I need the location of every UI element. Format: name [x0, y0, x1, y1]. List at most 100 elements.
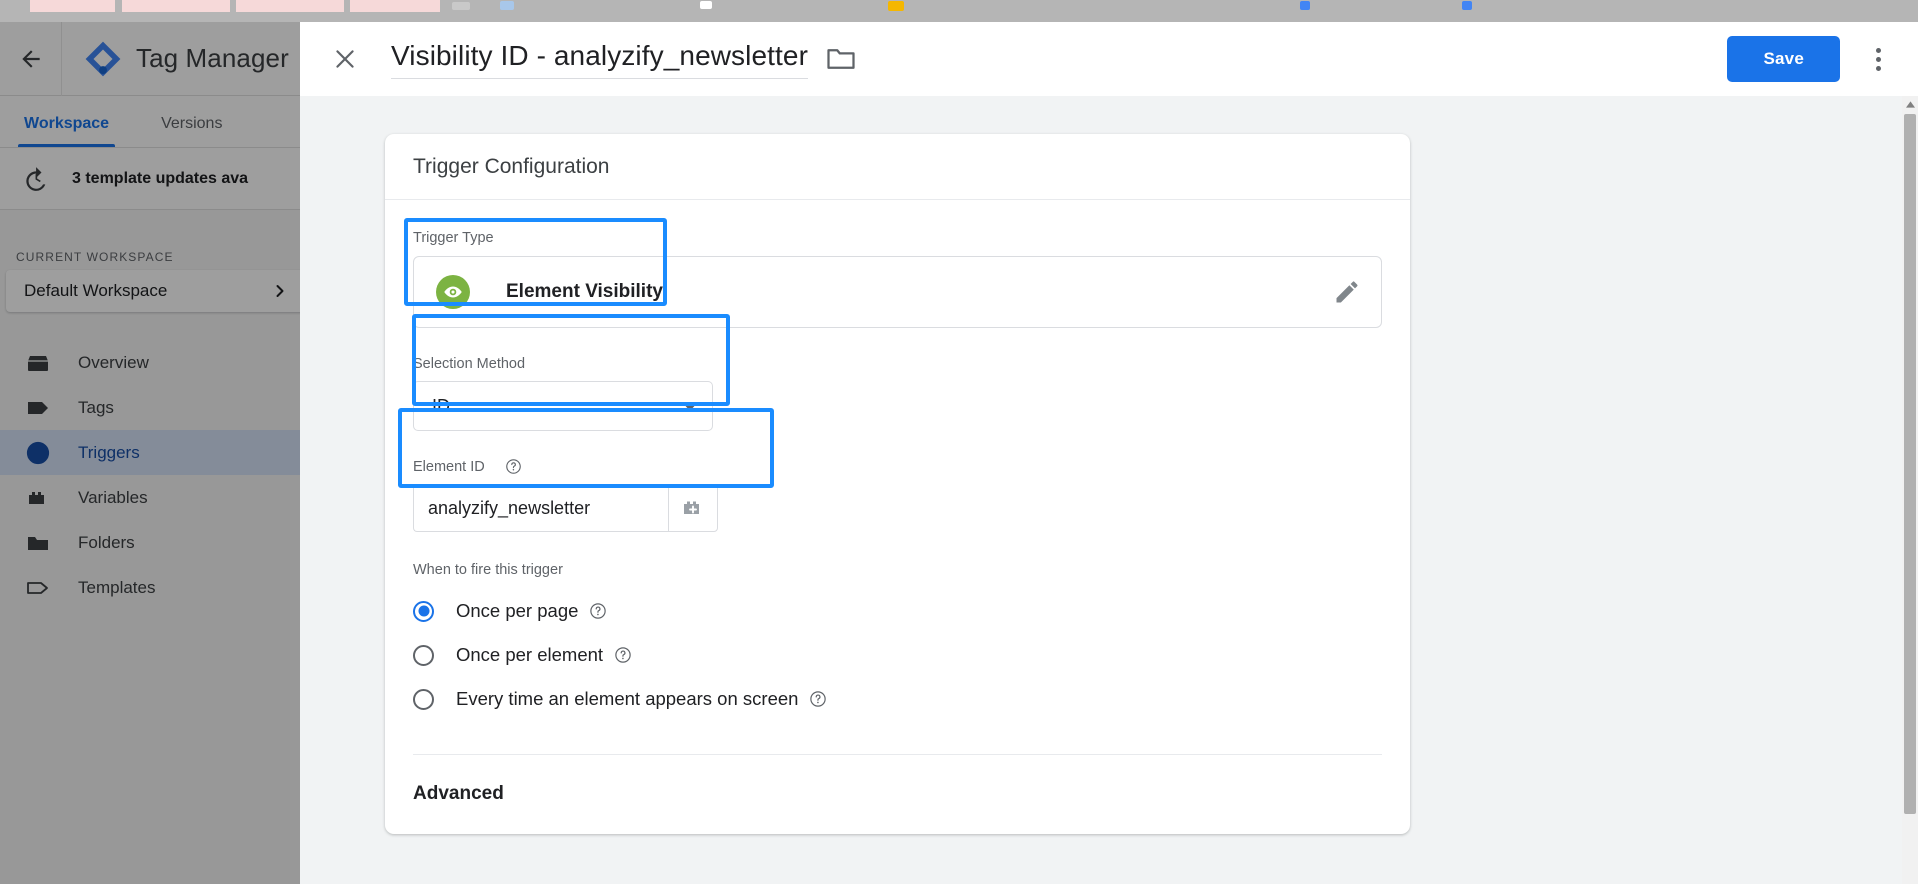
scroll-up-arrow-icon	[1905, 100, 1915, 108]
workspace-selector[interactable]: Default Workspace	[6, 270, 306, 312]
scroll-up-button[interactable]	[1902, 96, 1918, 112]
card-heading: Trigger Configuration	[385, 134, 1410, 200]
radio-label: Every time an element appears on screen	[456, 688, 799, 709]
help-circle-icon[interactable]	[505, 458, 522, 475]
template-icon	[26, 577, 54, 599]
help-circle-icon[interactable]	[589, 602, 607, 620]
arrow-left-icon	[21, 49, 40, 68]
close-icon	[336, 50, 354, 68]
sidebar-item-triggers-label: Triggers	[78, 442, 140, 462]
trigger-type-name: Element Visibility	[506, 281, 663, 302]
selection-method-select[interactable]: ID	[413, 381, 713, 431]
history-update-icon	[22, 166, 48, 192]
element-id-input[interactable]: analyzify_newsletter	[413, 484, 668, 532]
add-variable-button[interactable]	[668, 484, 718, 532]
sidebar-item-triggers[interactable]: Triggers	[0, 430, 300, 475]
trigger-name-input[interactable]: Visibility ID - analyzify_newsletter	[391, 40, 809, 79]
modal-header-actions: Save	[1727, 36, 1918, 82]
page-title: Tag Manager	[136, 43, 289, 73]
close-button[interactable]	[322, 36, 368, 82]
sidebar-item-overview-label: Overview	[78, 352, 149, 372]
advanced-section-heading: Advanced	[413, 783, 504, 804]
sidebar-item-overview[interactable]: Overview	[0, 340, 300, 385]
more-vertical-icon	[1875, 47, 1881, 53]
browser-tab-favicon	[1300, 1, 1310, 10]
trigger-type-row[interactable]: Element Visibility	[413, 256, 1382, 328]
help-circle-icon[interactable]	[614, 646, 632, 664]
gtm-top-bar: Tag Manager	[0, 21, 300, 96]
sidebar-item-tags[interactable]: Tags	[0, 385, 300, 430]
more-vertical-icon	[1875, 56, 1881, 62]
sidebar-item-folders[interactable]: Folders	[0, 520, 300, 565]
when-to-fire-label: When to fire this trigger	[413, 562, 563, 578]
overview-icon	[26, 352, 54, 374]
template-updates-text: 3 template updates ava	[72, 169, 249, 187]
browser-tab[interactable]	[350, 0, 440, 12]
browser-tab[interactable]	[122, 0, 230, 12]
chevron-down-icon	[682, 401, 698, 411]
radio-indicator	[413, 688, 434, 710]
radio-indicator	[413, 600, 434, 622]
edit-trigger-type-button[interactable]	[1333, 278, 1361, 306]
browser-tab-favicon	[700, 1, 712, 9]
variables-icon	[26, 487, 54, 509]
save-button[interactable]: Save	[1727, 36, 1840, 82]
tag-icon	[26, 397, 54, 419]
trigger-configuration-card: Trigger Configuration Trigger Type Eleme…	[385, 134, 1410, 834]
tag-manager-logo-icon	[84, 40, 122, 78]
gtm-app-background: Tag Manager Workspace Versions 3 templat…	[0, 21, 306, 884]
trigger-type-label: Trigger Type	[413, 230, 494, 246]
browser-tab-favicon	[888, 1, 904, 11]
element-id-label-text: Element ID	[413, 458, 485, 475]
sidebar-item-templates[interactable]: Templates	[0, 565, 300, 610]
more-options-button[interactable]	[1856, 37, 1900, 81]
folder-move-icon	[827, 49, 855, 69]
add-variable-icon	[684, 501, 699, 514]
more-vertical-icon	[1875, 65, 1881, 71]
browser-tab[interactable]	[236, 0, 344, 12]
selection-method-label: Selection Method	[413, 356, 526, 372]
sidebar-item-templates-label: Templates	[78, 577, 156, 597]
radio-option-once-per-element[interactable]: Once per element	[413, 644, 1382, 666]
sidebar-item-variables[interactable]: Variables	[0, 475, 300, 520]
tab-workspace[interactable]: Workspace	[18, 115, 116, 147]
current-workspace-label: CURRENT WORKSPACE	[16, 250, 174, 264]
modal-header: Visibility ID - analyzify_newsletter Sav…	[300, 22, 1918, 96]
browser-tab[interactable]	[30, 0, 115, 12]
sidebar-item-variables-label: Variables	[78, 487, 148, 507]
back-button[interactable]	[0, 21, 62, 96]
radio-label: Once per element	[456, 644, 604, 665]
browser-tab-favicon	[452, 2, 470, 10]
selection-method-value: ID	[432, 395, 450, 416]
radio-option-once-per-page[interactable]: Once per page	[413, 600, 1382, 622]
browser-tab-favicon	[500, 1, 514, 10]
browser-tab-favicon	[1462, 1, 1472, 10]
radio-option-every-time[interactable]: Every time an element appears on screen	[413, 688, 1382, 710]
folder-icon	[26, 532, 54, 554]
element-id-group: Element ID analyzify_newsletter	[413, 458, 1382, 532]
folder-move-button[interactable]	[826, 44, 856, 74]
sidebar-item-folders-label: Folders	[78, 532, 135, 552]
tab-versions-label: Versions	[161, 115, 223, 132]
radio-label: Once per page	[456, 600, 579, 621]
trigger-icon	[26, 441, 54, 464]
help-circle-icon[interactable]	[809, 690, 827, 708]
sidebar-nav: Overview Tags Triggers Variables Folders…	[0, 340, 300, 610]
tab-workspace-label: Workspace	[24, 115, 110, 132]
scrollbar-thumb[interactable]	[1904, 114, 1916, 814]
gtm-primary-tabs: Workspace Versions	[0, 96, 300, 148]
template-updates-banner[interactable]: 3 template updates ava	[0, 148, 300, 210]
sidebar-item-tags-label: Tags	[78, 397, 114, 417]
card-body: Trigger Type Element Visibility Selectio…	[385, 200, 1410, 833]
pencil-edit-icon	[1336, 281, 1358, 303]
vertical-scrollbar[interactable]	[1902, 96, 1918, 884]
chevron-right-icon	[276, 285, 284, 297]
tab-versions[interactable]: Versions	[155, 115, 228, 147]
element-id-label: Element ID	[413, 458, 1382, 475]
trigger-editor-modal: Visibility ID - analyzify_newsletter Sav…	[300, 22, 1918, 884]
title-area: Visibility ID - analyzify_newsletter	[391, 40, 856, 79]
screen-root: Tag Manager Workspace Versions 3 templat…	[0, 0, 1918, 884]
radio-indicator	[413, 644, 434, 666]
browser-tab-strip	[0, 0, 1918, 22]
eye-visibility-icon	[436, 275, 470, 309]
